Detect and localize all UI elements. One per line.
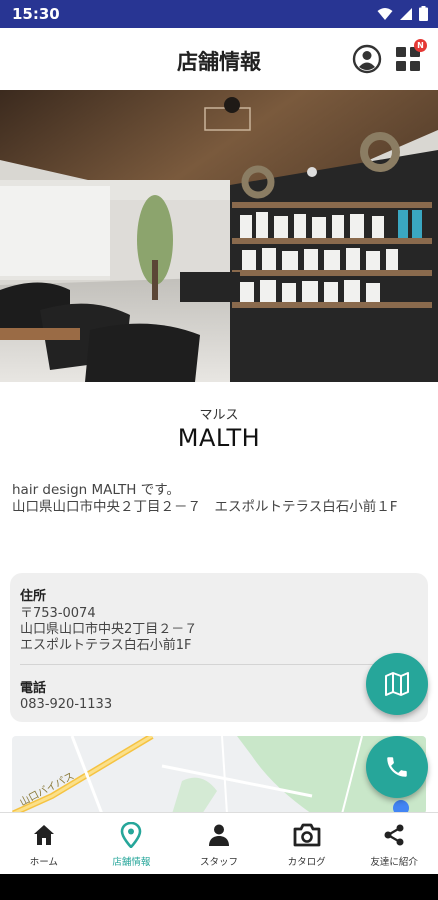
phone-icon [387, 757, 407, 777]
nav-item-staff[interactable]: スタッフ [175, 813, 263, 874]
account-button[interactable] [351, 43, 383, 75]
account-icon [352, 44, 382, 74]
app-header: 店舗情報 N [0, 28, 438, 90]
camera-icon [293, 823, 320, 847]
nav-label-home: ホーム [29, 857, 58, 868]
share-icon [384, 824, 404, 846]
map-icon [385, 672, 409, 696]
nav-item-catalog[interactable]: カタログ [263, 813, 351, 874]
nav-item-share[interactable]: 友達に紹介 [350, 813, 438, 874]
address-value: 〒753-0074 山口県山口市中央2丁目２－７ エスポルトテラス白石小前1F [20, 606, 198, 653]
location-pin-icon [121, 822, 142, 848]
store-info-card: 住所 〒753-0074 山口県山口市中央2丁目２－７ エスポルトテラス白石小前… [10, 573, 428, 722]
call-fab-button[interactable] [366, 736, 428, 798]
store-description: hair design MALTH です。 山口県山口市中央２丁目２－７ エスポ… [12, 482, 398, 515]
home-icon [33, 825, 54, 845]
status-time: 15:30 [12, 5, 60, 23]
person-icon [208, 824, 229, 846]
phone-label: 電話 [20, 681, 47, 696]
battery-icon [419, 6, 428, 21]
map-preview[interactable]: 山口バイパス [12, 736, 426, 814]
address-label: 住所 [20, 589, 47, 604]
store-name-kana: マルス [199, 408, 239, 423]
notification-badge: N [414, 39, 427, 52]
info-divider [20, 664, 418, 665]
wifi-icon [377, 7, 393, 20]
nav-item-home[interactable]: ホーム [0, 813, 88, 874]
store-name: MALTH [177, 424, 261, 452]
status-bar: 15:30 [0, 0, 438, 28]
status-icons [377, 6, 428, 21]
nav-label-share: 友達に紹介 [370, 857, 418, 868]
menu-button[interactable]: N [392, 39, 427, 75]
nav-label-store-info: 店舗情報 [112, 857, 151, 868]
signal-icon [400, 7, 412, 20]
bottom-navigation: ホーム 店舗情報 スタッフ カタログ 友達に紹介 [0, 812, 438, 874]
system-navigation-bar [0, 874, 438, 900]
map-fab-button[interactable] [366, 653, 428, 715]
nav-label-catalog: カタログ [287, 857, 326, 868]
phone-value[interactable]: 083-920-1133 [20, 697, 112, 713]
store-photo [0, 90, 438, 382]
nav-item-store-info[interactable]: 店舗情報 [88, 813, 176, 874]
nav-label-staff: スタッフ [199, 857, 238, 868]
